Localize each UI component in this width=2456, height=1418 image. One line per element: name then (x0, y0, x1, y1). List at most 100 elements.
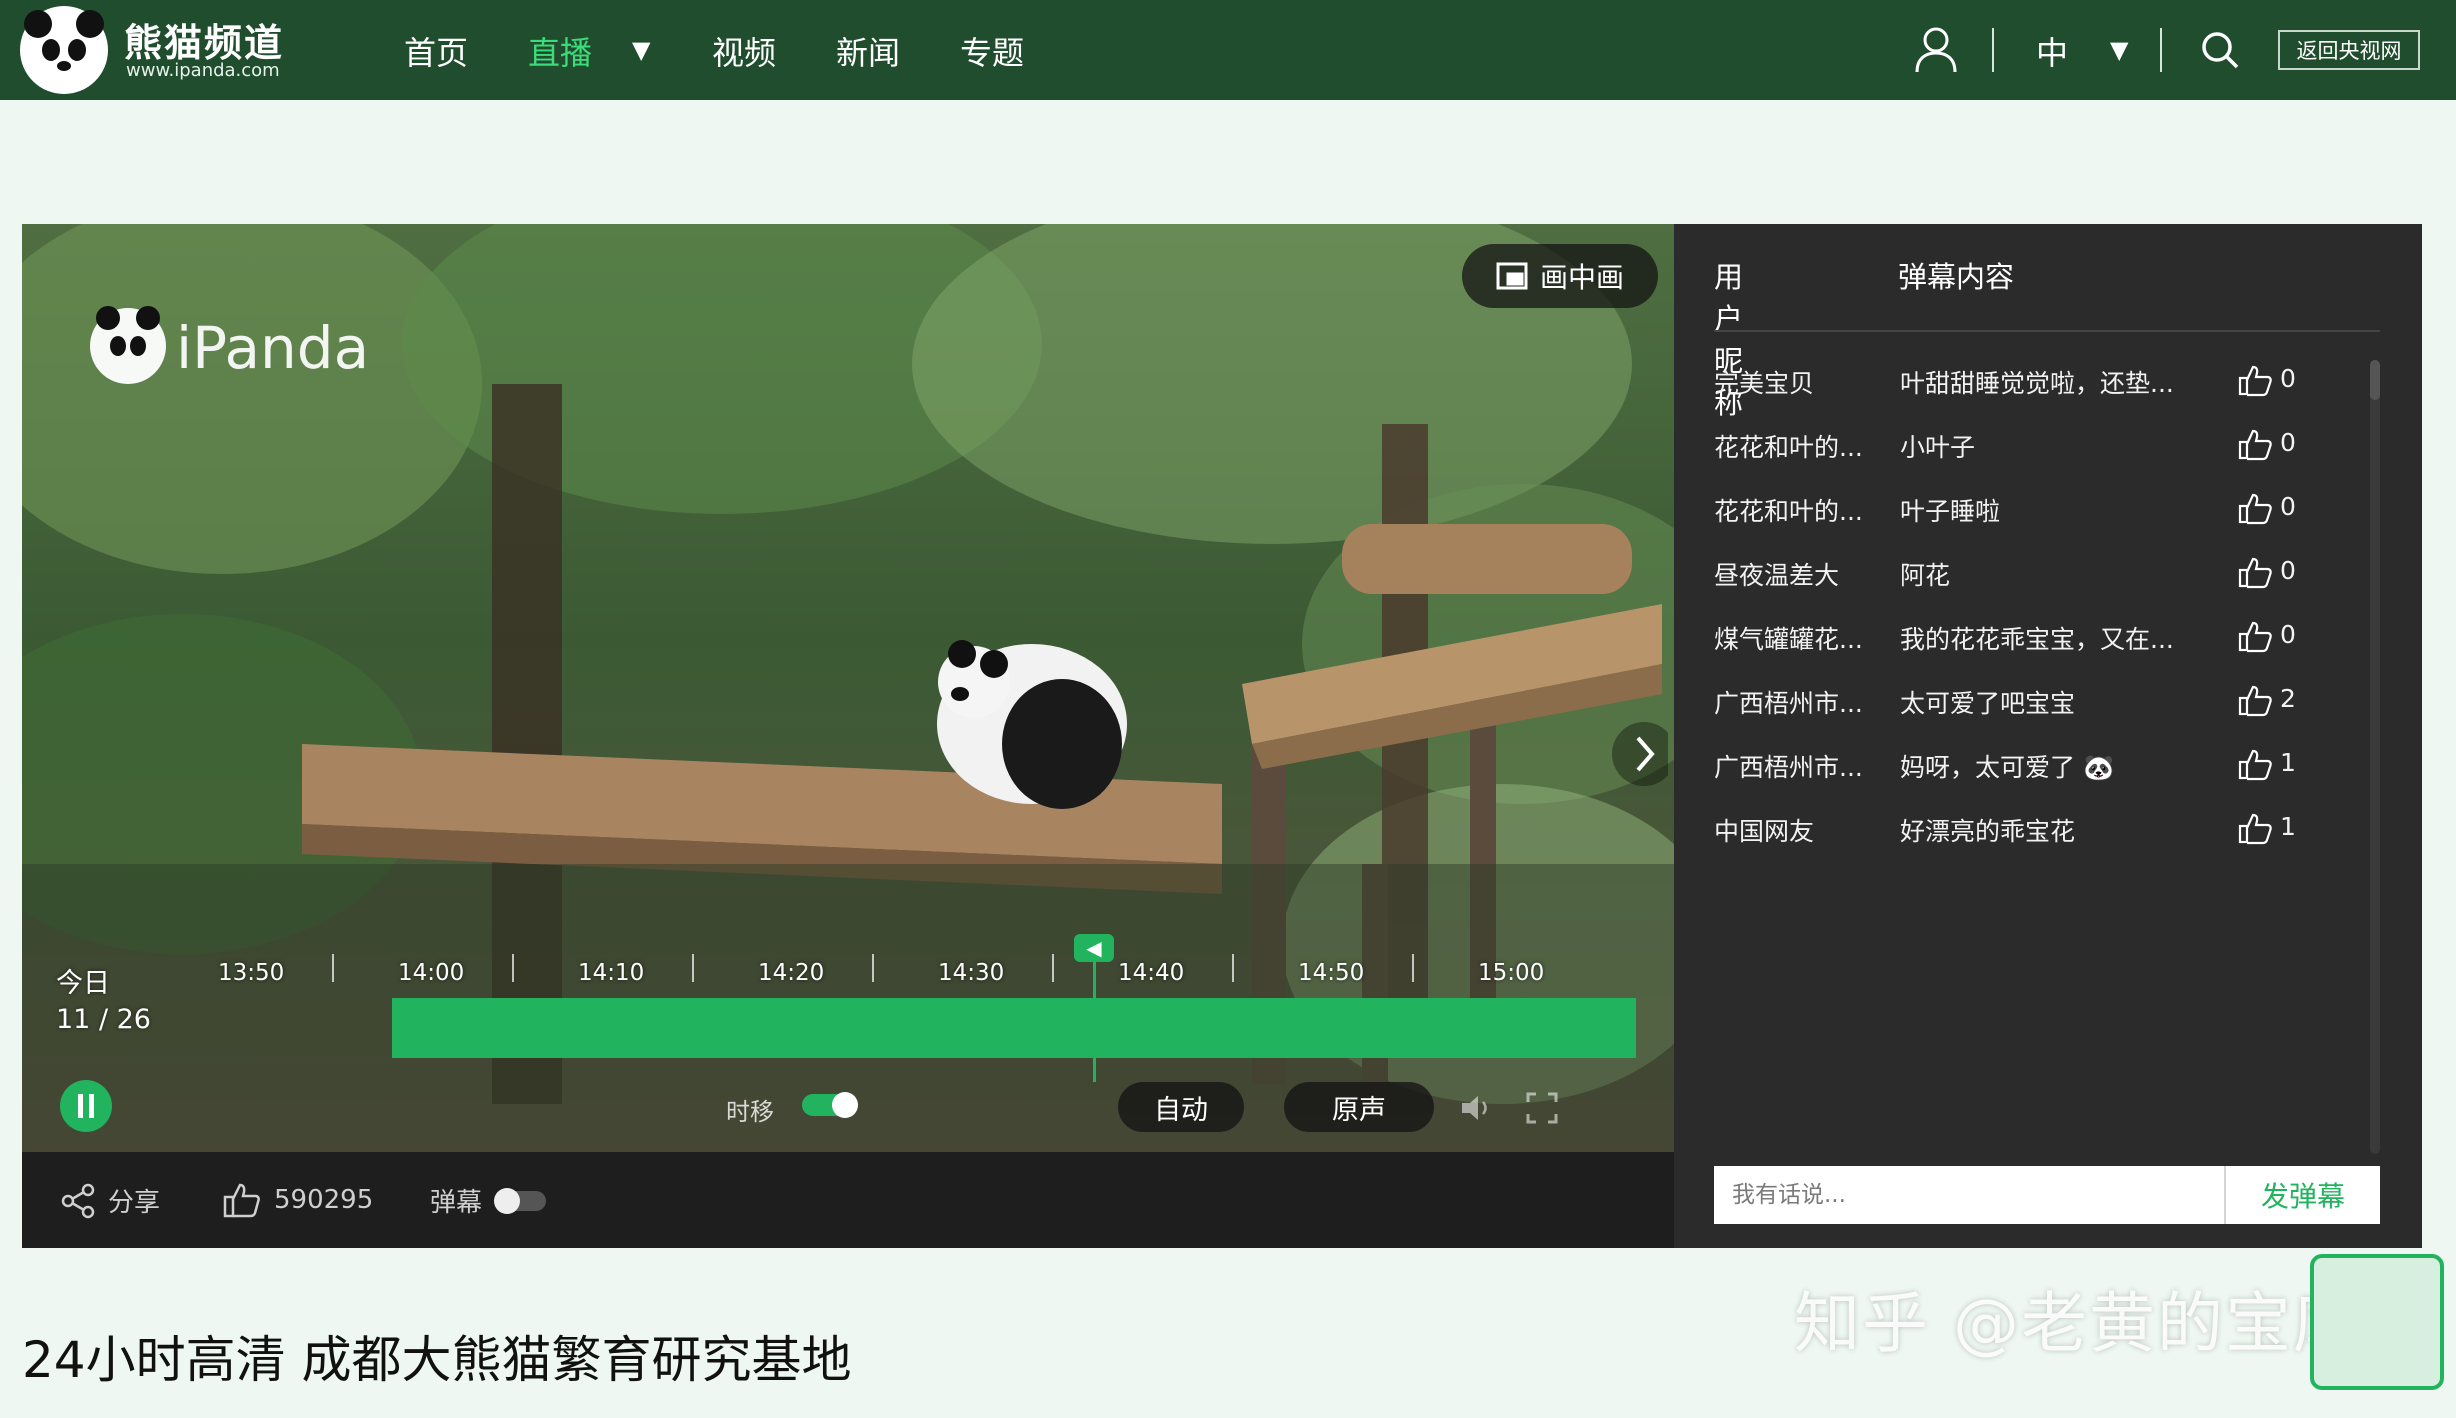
scrollbar[interactable] (2370, 360, 2380, 1154)
timeline-cursor[interactable] (1093, 946, 1096, 1082)
video-player[interactable]: iPanda 画中画 今日 11 / 26 13:50 14:00 14:10 … (22, 224, 1674, 1152)
danmu-user: 煤气罐罐花... (1714, 625, 1863, 654)
language-selector[interactable]: 中 (2036, 28, 2068, 74)
danmu-like-count: 1 (2280, 812, 2296, 841)
picture-in-picture-button[interactable]: 画中画 (1462, 244, 1658, 308)
volume-icon[interactable] (1458, 1090, 1494, 1126)
timeline-tick: 15:00 (1478, 960, 1545, 986)
danmu-row[interactable]: 花花和叶的... 叶子睡啦 0 (1714, 482, 2354, 546)
danmu-list[interactable]: 完美宝贝 叶甜甜睡觉觉啦，还垫... 0 花花和叶的... 小叶子 0 花花和叶的... 叶子… (1714, 354, 2354, 872)
tick-mark (332, 954, 334, 982)
danmu-row[interactable]: 中国网友 好漂亮的乖宝花 1 (1714, 802, 2354, 866)
danmu-content: 叶子睡啦 (1900, 497, 2001, 526)
toggle-knob (494, 1187, 521, 1214)
danmu-content: 我的花花乖宝宝，又在... (1900, 625, 2174, 654)
danmu-content: 小叶子 (1900, 433, 1976, 462)
danmu-user: 昼夜温差大 (1714, 561, 1840, 590)
audio-track-button[interactable]: 原声 (1284, 1082, 1434, 1132)
floating-widget[interactable] (2310, 1254, 2444, 1390)
thumbs-up-icon[interactable] (2236, 680, 2276, 720)
danmu-row[interactable]: 广西梧州市... 妈呀，太可爱了 🐼 1 (1714, 738, 2354, 802)
ipanda-watermark-logo: iPanda (90, 306, 369, 384)
user-icon[interactable] (1914, 26, 1958, 74)
tick-mark (512, 954, 514, 982)
panda-logo-icon[interactable] (18, 4, 110, 96)
share-button[interactable]: 分享 (60, 1182, 160, 1219)
scrollbar-thumb[interactable] (2370, 360, 2380, 400)
brand-url: www.ipanda.com (126, 60, 280, 81)
toggle-knob (832, 1092, 858, 1118)
danmu-row[interactable]: 可爱迷人阿宝花花和荷叶 🐼 🐼 ...1 (1714, 866, 2354, 872)
tick-mark (692, 954, 694, 982)
nav-item-news[interactable]: 新闻 (836, 28, 900, 74)
danmu-label: 弹幕 (430, 1188, 483, 1218)
timeline-tick: 14:40 (1118, 960, 1185, 986)
danmu-like-count: 2 (2280, 684, 2296, 713)
nav-item-home[interactable]: 首页 (404, 28, 468, 74)
like-count: 590295 (274, 1185, 374, 1215)
thumbs-up-icon[interactable] (2236, 360, 2276, 400)
column-header-content: 弹幕内容 (1898, 260, 2015, 294)
back-to-live-icon[interactable]: ◀ (1074, 934, 1114, 962)
divider (1714, 330, 2380, 332)
danmu-like-count: 0 (2280, 620, 2296, 649)
timeline-tick: 14:50 (1298, 960, 1365, 986)
svg-text:iPanda: iPanda (176, 314, 369, 382)
pause-icon (78, 1094, 94, 1118)
danmu-toggle[interactable] (494, 1187, 547, 1214)
timeline-tick: 14:00 (398, 960, 465, 986)
player-footer: 分享 590295 弹幕 (22, 1152, 1674, 1248)
brand-name[interactable]: 熊猫频道 (124, 12, 284, 67)
danmu-row[interactable]: 广西梧州市... 太可爱了吧宝宝 2 (1714, 674, 2354, 738)
danmu-user: 广西梧州市... (1714, 689, 1863, 718)
quality-button[interactable]: 自动 (1118, 1082, 1244, 1132)
danmu-row[interactable]: 完美宝贝 叶甜甜睡觉觉啦，还垫... 0 (1714, 354, 2354, 418)
danmu-toggle-group[interactable]: 弹幕 (430, 1182, 547, 1219)
thumbs-up-icon[interactable] (2236, 552, 2276, 592)
nav-divider (2160, 28, 2162, 72)
danmu-like-count: 1 (2280, 748, 2296, 777)
nav-divider (1992, 28, 1994, 72)
nav-item-video[interactable]: 视频 (712, 28, 776, 74)
danmu-user: 花花和叶的... (1714, 497, 1863, 526)
chevron-right-icon[interactable] (1608, 718, 1668, 790)
chevron-down-icon[interactable]: ▼ (2110, 36, 2128, 64)
search-icon[interactable] (2200, 30, 2240, 70)
tick-mark (1052, 954, 1054, 982)
danmu-like-count: 0 (2280, 556, 2296, 585)
dropdown-arrow-icon[interactable]: ▼ (632, 36, 650, 64)
nav-item-live[interactable]: 直播 (528, 28, 592, 74)
thumbs-up-icon[interactable] (2236, 808, 2276, 848)
zhihu-watermark: 知乎 @老黄的宝库 (1794, 1285, 2361, 1362)
timeline-tick: 14:30 (938, 960, 1005, 986)
timeshift-toggle[interactable] (802, 1092, 858, 1118)
danmu-user: 中国网友 (1714, 817, 1815, 846)
like-button[interactable]: 590295 (222, 1180, 373, 1220)
nav-item-topic[interactable]: 专题 (960, 28, 1024, 74)
danmu-row[interactable]: 昼夜温差大 阿花 0 (1714, 546, 2354, 610)
timeshift-label: 时移 (726, 1098, 774, 1126)
pause-button[interactable] (60, 1080, 112, 1132)
back-to-cctv-button[interactable]: 返回央视网 (2278, 30, 2420, 70)
pip-icon (1496, 262, 1528, 290)
danmu-row[interactable]: 花花和叶的... 小叶子 0 (1714, 418, 2354, 482)
thumbs-up-icon[interactable] (2236, 424, 2276, 464)
danmu-input[interactable] (1714, 1166, 2226, 1224)
danmu-content: 阿花 (1900, 561, 1951, 590)
fullscreen-icon[interactable] (1524, 1090, 1560, 1126)
danmu-panel: 用户昵称 弹幕内容 完美宝贝 叶甜甜睡觉觉啦，还垫... 0 花花和叶的... 小叶子 0… (1674, 224, 2422, 1248)
pip-label: 画中画 (1539, 261, 1624, 294)
danmu-like-count: 0 (2280, 364, 2296, 393)
danmu-input-row: 发弹幕 (1714, 1166, 2380, 1224)
send-danmu-button[interactable]: 发弹幕 (2226, 1166, 2380, 1224)
thumbs-up-icon[interactable] (2236, 744, 2276, 784)
timeline-tick: 13:50 (218, 960, 285, 986)
thumbs-up-icon[interactable] (2236, 488, 2276, 528)
danmu-user: 花花和叶的... (1714, 433, 1863, 462)
date-value: 11 / 26 (56, 1004, 151, 1035)
danmu-row[interactable]: 煤气罐罐花... 我的花花乖宝宝，又在... 0 (1714, 610, 2354, 674)
timeline-bar[interactable] (392, 998, 1636, 1058)
timeline-tick: 14:20 (758, 960, 825, 986)
timeline-tick: 14:10 (578, 960, 645, 986)
thumbs-up-icon[interactable] (2236, 616, 2276, 656)
